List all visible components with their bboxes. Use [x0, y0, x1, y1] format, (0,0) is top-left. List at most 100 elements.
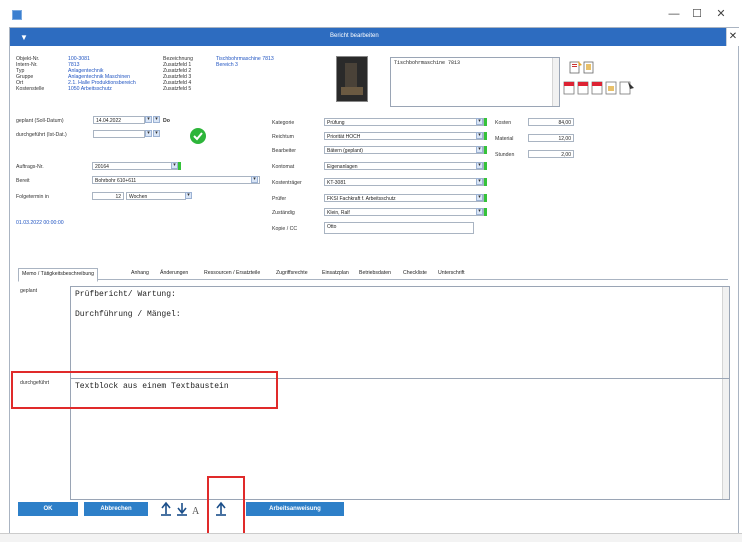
- bearbeiter-select[interactable]: Bätern (geplant): [324, 146, 484, 154]
- tab-betriebsdaten[interactable]: Betriebsdaten: [359, 270, 391, 276]
- instruction-button[interactable]: Arbeitsanweisung: [246, 502, 344, 516]
- tab-zugriffsrechte[interactable]: Zugriffsrechte: [276, 270, 308, 276]
- required-marker: [484, 194, 487, 202]
- status-ok-icon: [190, 128, 206, 144]
- prioritaet-select[interactable]: Priorität HOCH: [324, 132, 484, 140]
- info-value: 1050 Arbeitsschutz: [68, 86, 112, 92]
- bereit-dropdown-icon[interactable]: ▾: [251, 176, 258, 183]
- info-left-labels: Objekt-Nr. Intern-Nr. Typ Gruppe Ort Kos…: [16, 56, 76, 92]
- tab-unterschrift[interactable]: Unterschrift: [438, 270, 465, 276]
- tab-einsatzplan[interactable]: Einsatzplan: [322, 270, 349, 276]
- geplant-label: geplant (Soll-Datum): [16, 118, 64, 124]
- weekday-label: Do: [163, 118, 170, 124]
- upload-icon[interactable]: [161, 501, 171, 516]
- dialog-close-button[interactable]: ✕: [726, 28, 739, 46]
- geplant-date-input[interactable]: 14.04.2022: [93, 116, 145, 124]
- date-picker-icon[interactable]: ▾: [145, 130, 152, 137]
- tab-checkliste[interactable]: Checkliste: [403, 270, 427, 276]
- top-icon-row: [568, 60, 608, 74]
- highlight-frame: [207, 476, 245, 536]
- dropdown-icon[interactable]: ▾: [476, 146, 483, 153]
- field-label: Material: [495, 136, 514, 142]
- info-mid-values: Tischbohrmaschine 7813 Bereich 3: [216, 56, 306, 68]
- tab-anhang[interactable]: Anhang: [131, 270, 149, 276]
- maximize-button[interactable]: ☐: [687, 7, 707, 21]
- description-scrollbar[interactable]: [552, 58, 559, 106]
- bereit-select[interactable]: Bohrbohr 610+611: [92, 176, 260, 184]
- kostentraeger-select[interactable]: KT-3081: [324, 178, 484, 186]
- field-label: Reichtum: [272, 134, 294, 140]
- durchgefuehrt-date-input[interactable]: [93, 130, 145, 138]
- dropdown-icon[interactable]: ▾: [476, 208, 483, 215]
- info-value: Bereich 3: [216, 62, 238, 68]
- required-marker: [484, 178, 487, 186]
- auftrag-input[interactable]: 20164: [92, 162, 178, 170]
- kosten-input[interactable]: 84,00: [528, 118, 574, 126]
- required-marker: [484, 162, 487, 170]
- memo-geplant-label: geplant: [20, 288, 38, 294]
- info-mid-labels: Bezeichnung Zusatzfeld 1 Zusatzfeld 2 Zu…: [163, 56, 213, 92]
- field-label: Kategorie: [272, 120, 295, 126]
- tab-ressourcen[interactable]: Ressourcen / Ersatzteile: [204, 270, 260, 276]
- auftrag-label: Auftrags-Nr.: [16, 164, 44, 170]
- dialog-titlebar: ▼ Bericht bearbeiten: [10, 28, 726, 46]
- ok-button[interactable]: OK: [18, 502, 78, 516]
- auftrag-dropdown-icon[interactable]: ▾: [171, 162, 178, 169]
- info-label: Kostenstelle: [16, 86, 45, 92]
- pruefer-select[interactable]: FKSI Fachkraft f. Arbeitsschutz: [324, 194, 484, 202]
- object-description-text: Tischbohrmaschine 7813: [394, 60, 461, 66]
- field-label: Zuständig: [272, 210, 295, 216]
- date-dropdown-icon[interactable]: ▾: [153, 116, 160, 123]
- info-left-values: 100-3081 7813 Anlagentechnik Anlagentech…: [68, 56, 158, 92]
- dialog-title: Bericht bearbeiten: [330, 33, 379, 39]
- info-label: Zusatzfeld 5: [163, 86, 192, 92]
- highlight-frame: [11, 371, 278, 409]
- field-label: Prüfer: [272, 196, 287, 202]
- download-icon[interactable]: [177, 503, 187, 516]
- date-dropdown-icon[interactable]: ▾: [153, 130, 160, 137]
- material-input[interactable]: 12,00: [528, 134, 574, 142]
- dropdown-icon[interactable]: ▾: [476, 132, 483, 139]
- window-titlebar: — ☐ ✕: [0, 0, 742, 30]
- memo-durchgefuehrt-scrollbar[interactable]: [722, 379, 729, 499]
- kontomat-select[interactable]: Eigenanlagen: [324, 162, 484, 170]
- kategorie-select[interactable]: Prüfung: [324, 118, 484, 126]
- stunden-input[interactable]: 2,00: [528, 150, 574, 158]
- date-picker-icon[interactable]: ▾: [145, 116, 152, 123]
- report-dialog: ▼ Bericht bearbeiten ✕ Objekt-Nr. Intern…: [9, 27, 739, 537]
- memo-geplant-text: Prüfbericht/ Wartung: Durchführung / Män…: [75, 290, 181, 319]
- collapse-arrow-icon[interactable]: ▼: [20, 33, 28, 42]
- dropdown-icon[interactable]: ▾: [476, 162, 483, 169]
- folgetermin-number-input[interactable]: 12: [92, 192, 124, 200]
- object-photo[interactable]: [336, 56, 368, 102]
- bereit-label: Bereit: [16, 178, 30, 184]
- edit-document-icon[interactable]: [568, 60, 602, 74]
- cancel-button[interactable]: Abbrechen: [84, 502, 148, 516]
- dropdown-icon[interactable]: ▾: [476, 178, 483, 185]
- document-icon-row: [562, 80, 652, 96]
- tab-aenderungen[interactable]: Änderungen: [160, 270, 188, 276]
- field-label: Stunden: [495, 152, 515, 158]
- required-marker: [484, 146, 487, 154]
- required-marker: [178, 162, 181, 170]
- field-label: Kopie / CC: [272, 226, 298, 232]
- required-marker: [484, 208, 487, 216]
- object-description-box[interactable]: Tischbohrmaschine 7813: [390, 57, 560, 107]
- unit-dropdown-icon[interactable]: ▾: [185, 192, 192, 199]
- field-label: Kostenträger: [272, 180, 302, 186]
- required-marker: [484, 118, 487, 126]
- window-close-button[interactable]: ✕: [711, 7, 731, 21]
- required-marker: [484, 132, 487, 140]
- field-label: Bearbeiter: [272, 148, 296, 154]
- dropdown-icon[interactable]: ▾: [476, 194, 483, 201]
- zustaendig-select[interactable]: Klein, Ralf: [324, 208, 484, 216]
- folgetermin-unit-select[interactable]: Wochen: [126, 192, 186, 200]
- kopie-cc-input[interactable]: Otto: [324, 222, 474, 234]
- dropdown-icon[interactable]: ▾: [476, 118, 483, 125]
- tab-memo[interactable]: Memo / Tätigkeitsbeschreibung: [18, 268, 98, 282]
- app-icon: [12, 10, 22, 20]
- created-timestamp[interactable]: 01.03.2022 00:00:00: [16, 220, 64, 226]
- pdf-documents-icon[interactable]: [562, 80, 652, 96]
- minimize-button[interactable]: —: [664, 7, 684, 21]
- text-format-icon[interactable]: A: [192, 506, 200, 517]
